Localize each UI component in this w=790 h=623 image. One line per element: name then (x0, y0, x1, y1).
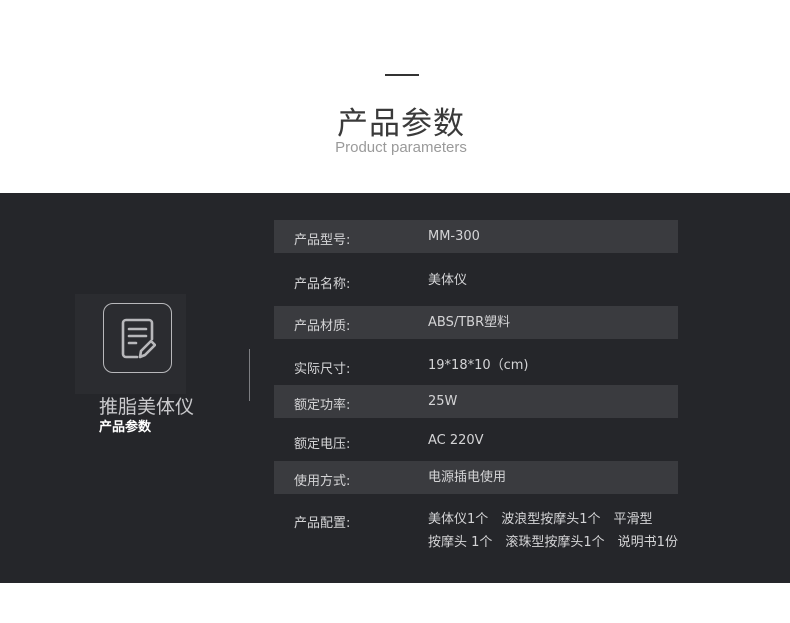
spec-label: 额定电压: (294, 437, 351, 452)
spec-label: 产品型号: (294, 233, 351, 248)
spec-label: 产品名称: (294, 277, 351, 292)
spec-label: 产品配置: (294, 516, 351, 531)
spec-row-usage: 使用方式: 电源插电使用 (274, 461, 678, 494)
title-rule (385, 74, 419, 76)
spec-row-power: 额定功率: 25W (274, 385, 678, 418)
spec-value: 25W (428, 394, 458, 409)
spec-value: MM-300 (428, 229, 480, 244)
product-name: 推脂美体仪 (99, 396, 195, 418)
spec-row-size: 实际尺寸: 19*18*10（cm) (274, 348, 678, 383)
section-subtitle: Product parameters (335, 139, 467, 156)
footer-space (0, 583, 790, 623)
spec-value: 19*18*10（cm) (428, 358, 529, 373)
vertical-divider (249, 349, 250, 401)
spec-label: 使用方式: (294, 474, 351, 489)
spec-value: AC 220V (428, 433, 484, 448)
spec-value: 电源插电使用 (428, 470, 507, 485)
spec-row-material: 产品材质: ABS/TBR塑料 (274, 306, 678, 339)
header-section: 产品参数 Product parameters (0, 0, 790, 193)
specs-panel: 推脂美体仪 产品参数 产品型号: MM-300 产品名称: 美体仪 产品材质: … (0, 193, 790, 583)
spec-row-package: 产品配置: 美体仪1个 波浪型按摩头1个 平滑型 按摩头 1个 滚珠型按摩头1个… (274, 503, 678, 555)
spec-row-model: 产品型号: MM-300 (274, 220, 678, 253)
spec-value-line: 美体仪1个 波浪型按摩头1个 平滑型 (428, 512, 653, 527)
product-subtitle: 产品参数 (99, 420, 152, 435)
spec-row-name: 产品名称: 美体仪 (274, 263, 678, 298)
spec-label: 实际尺寸: (294, 362, 351, 377)
spec-value-line: 按摩头 1个 滚珠型按摩头1个 说明书1份 (428, 535, 678, 550)
document-edit-icon (103, 303, 172, 373)
spec-value: 美体仪 (428, 273, 468, 288)
spec-label: 额定功率: (294, 398, 351, 413)
spec-row-voltage: 额定电压: AC 220V (274, 423, 678, 458)
product-icon-tile (75, 294, 186, 394)
spec-label: 产品材质: (294, 319, 351, 334)
spec-value: ABS/TBR塑料 (428, 315, 511, 330)
section-title: 产品参数 (337, 106, 465, 142)
